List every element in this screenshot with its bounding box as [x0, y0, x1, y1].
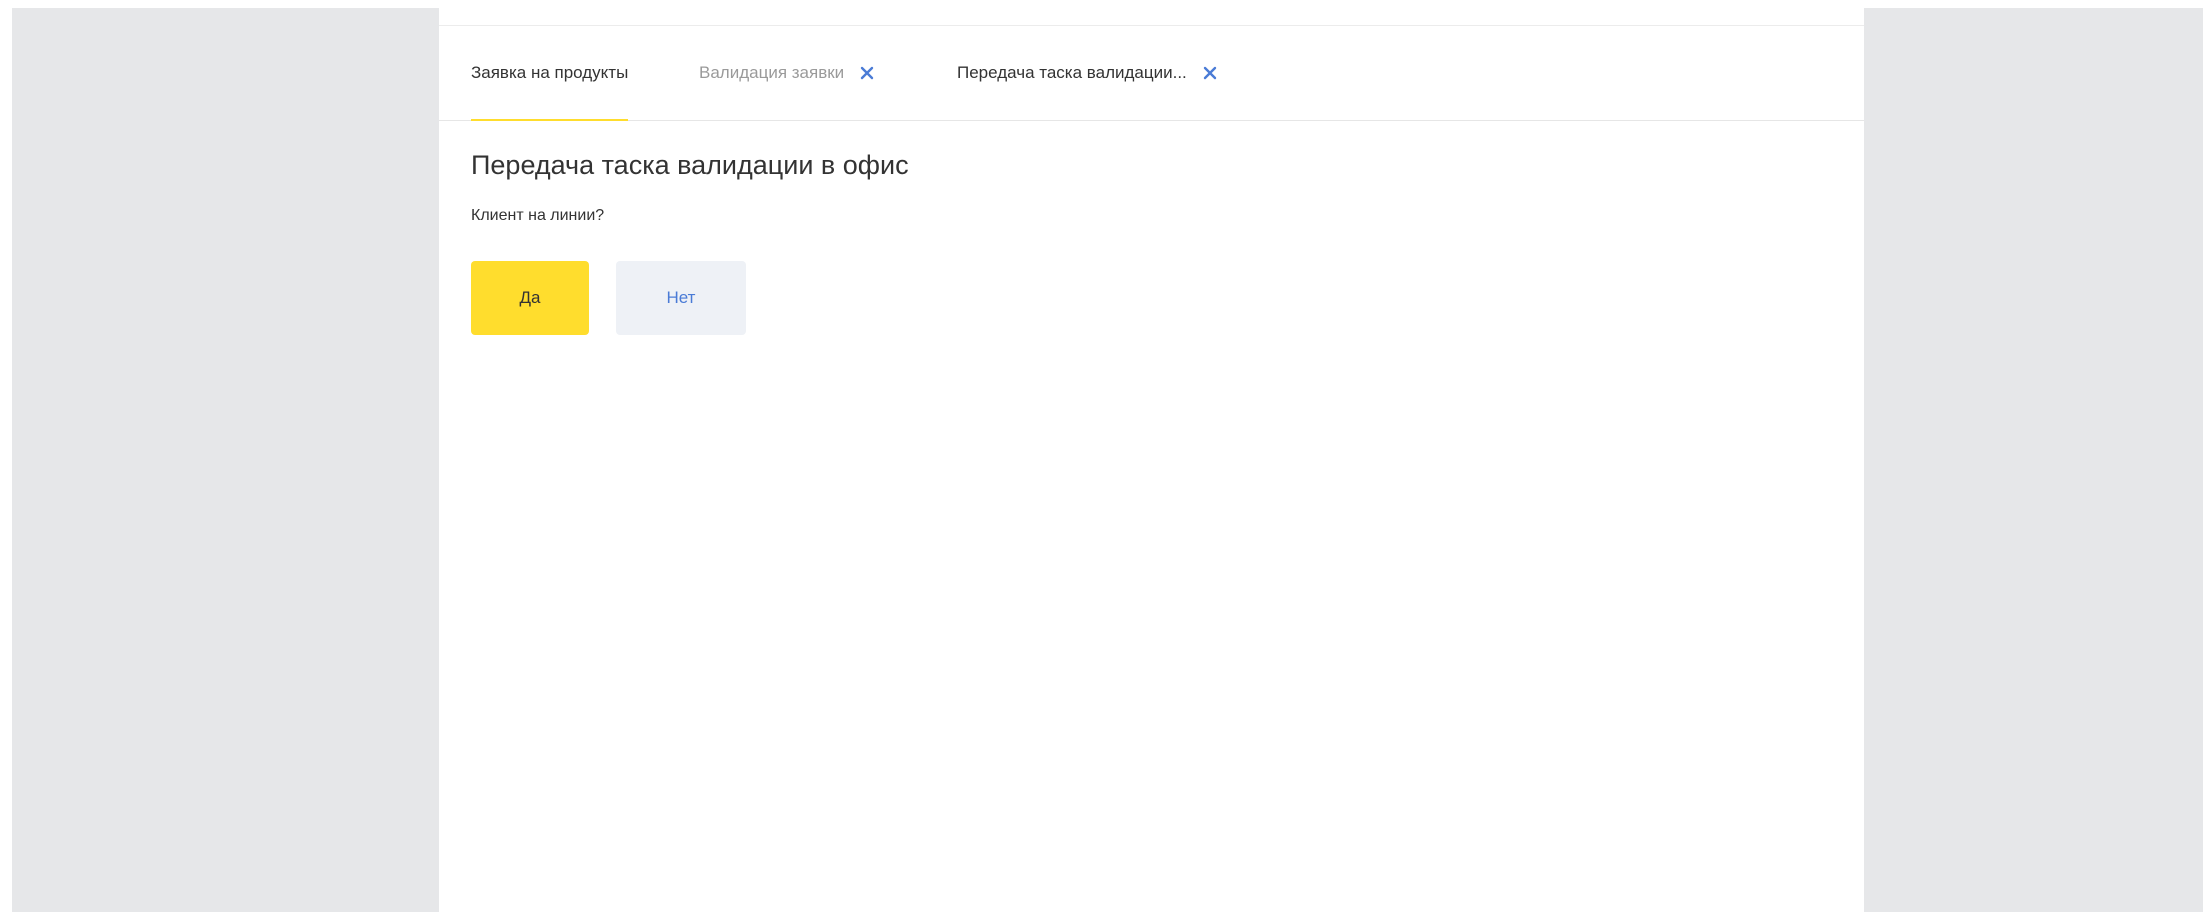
active-tab-indicator	[471, 119, 629, 121]
main-panel: Заявка на продукты Валидация заявки Пере…	[439, 8, 1864, 912]
tab-validation-transfer[interactable]: Передача таска валидации...	[957, 26, 1219, 120]
tab-label: Передача таска валидации...	[957, 63, 1187, 82]
client-on-line-question: Клиент на линии?	[471, 207, 605, 224]
yes-button[interactable]: Да	[471, 261, 589, 335]
tab-label: Заявка на продукты	[471, 63, 629, 82]
close-icon[interactable]	[1201, 64, 1219, 82]
tab-label: Валидация заявки	[699, 63, 845, 82]
page-title: Передача таска валидации в офис	[471, 150, 909, 180]
tabs-bar: Заявка на продукты Валидация заявки Пере…	[439, 26, 1864, 121]
tab-request-validation[interactable]: Валидация заявки	[699, 26, 876, 120]
no-button[interactable]: Нет	[616, 261, 746, 335]
close-icon[interactable]	[858, 64, 876, 82]
tab-product-request[interactable]: Заявка на продукты	[471, 26, 629, 121]
